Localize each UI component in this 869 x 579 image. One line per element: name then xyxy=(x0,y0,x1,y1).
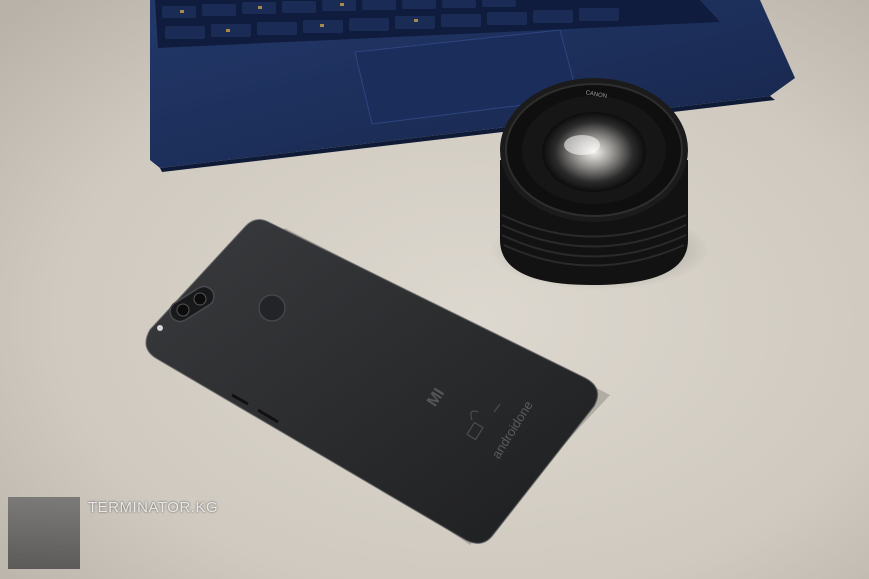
camera-lens: CANON xyxy=(500,78,688,285)
watermark-logo xyxy=(8,497,80,569)
watermark-text: TERMINATOR.KG xyxy=(88,499,219,516)
fingerprint-sensor xyxy=(258,294,286,322)
product-photo: CANON MI androidone xyxy=(0,0,869,579)
